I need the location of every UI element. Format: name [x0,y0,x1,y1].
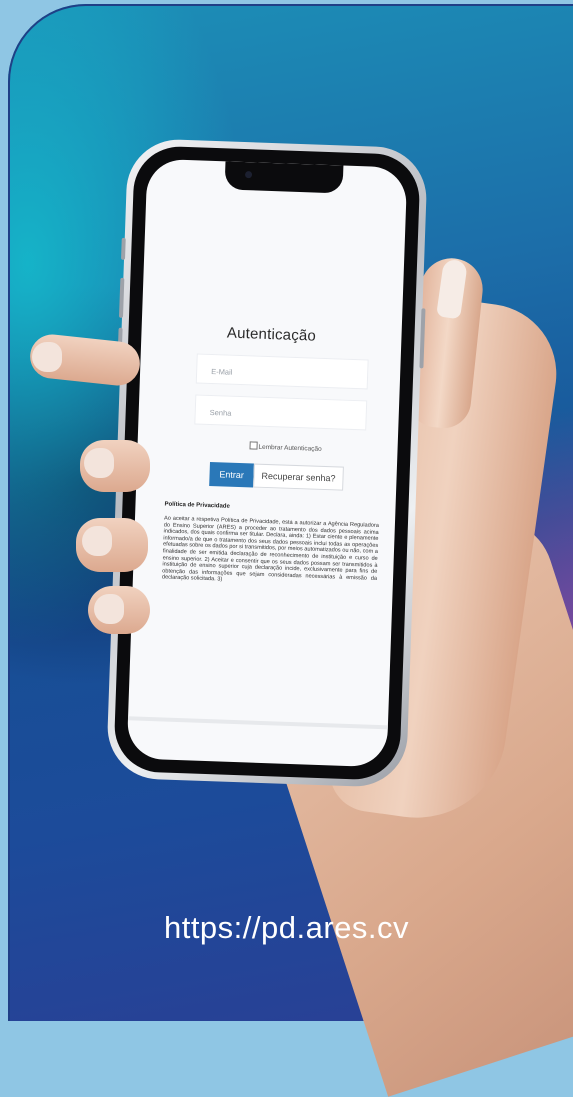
phone-bezel: Autenticação E-Mail Senha Lembrar Autent… [113,145,421,781]
website-url: https://pd.ares.cv [163,910,410,945]
phone-screen: Autenticação E-Mail Senha Lembrar Autent… [126,158,408,768]
policy-title: Política de Privacidade [164,501,230,510]
finger-nail [32,342,62,372]
finger-nail [94,594,124,624]
email-placeholder: E-Mail [211,366,233,377]
page-title: Autenticação [226,324,317,345]
password-field[interactable]: Senha [194,394,368,431]
password-placeholder: Senha [209,407,232,418]
smartphone: Autenticação E-Mail Senha Lembrar Autent… [105,137,429,789]
finger-nail [84,448,114,478]
recover-password-button[interactable]: Recuperar senha? [253,463,344,491]
screen-bottom-bar [127,716,388,730]
finger-nail [82,526,112,556]
camera-icon [244,171,253,179]
enter-button[interactable]: Entrar [209,462,254,488]
remember-label: Lembrar Autenticação [258,443,322,453]
policy-text: Ao aceitar a respetiva Política de Priva… [161,515,379,583]
email-field[interactable]: E-Mail [195,353,369,390]
checkbox-icon[interactable] [249,441,258,450]
phone-volume-up [118,277,125,318]
phone-mute-switch [121,237,126,260]
remember-checkbox-row[interactable]: Lembrar Autenticação [215,440,355,454]
phone-notch [224,161,344,194]
